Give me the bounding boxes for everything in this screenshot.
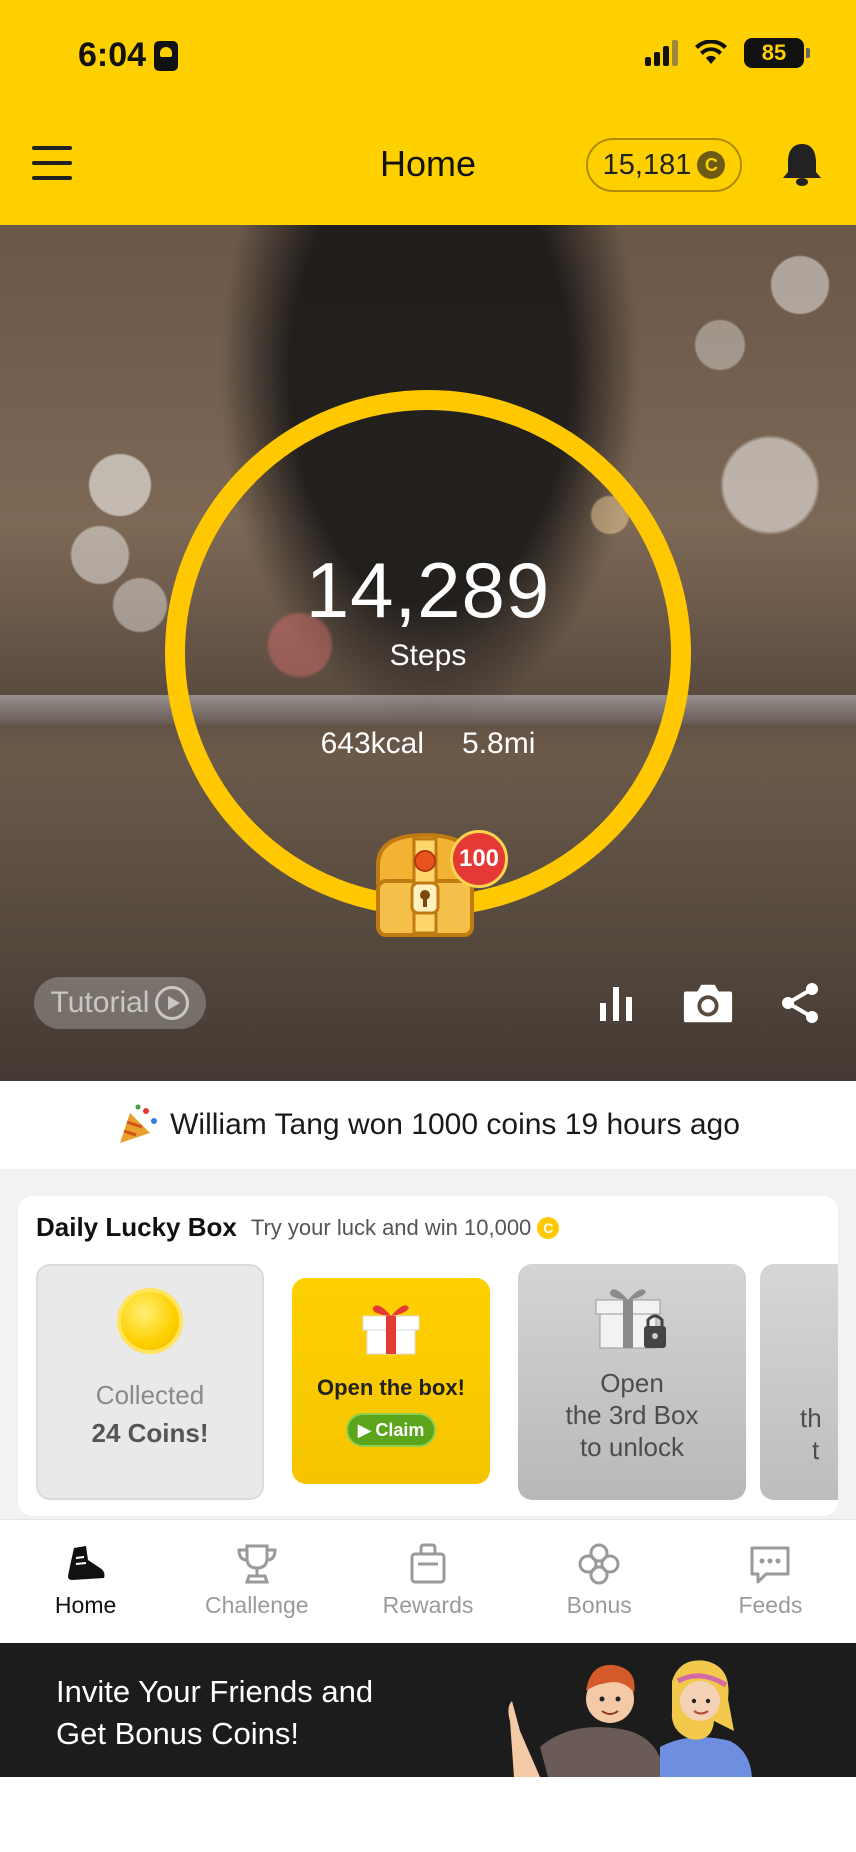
- locked-line-2: the 3rd Box: [565, 1400, 699, 1430]
- claim-label: Claim: [375, 1419, 425, 1440]
- gift-box-icon: [362, 1305, 420, 1355]
- chest-count-badge: 100: [450, 830, 508, 888]
- wifi-icon: [695, 40, 727, 64]
- steps-label: Steps: [389, 639, 467, 672]
- battery-level: 85: [761, 40, 787, 65]
- cellular-signal-icon: [645, 40, 678, 66]
- tab-bonus[interactable]: Bonus: [514, 1520, 685, 1643]
- lucky-box-locked: Open the 3rd Box to unlock: [518, 1264, 746, 1500]
- activity-stats: 643kcal 5.8mi: [0, 727, 856, 761]
- coin-balance-value: 15,181: [602, 148, 692, 181]
- app-header: 6:04 85 Home 15,181 C: [0, 0, 856, 225]
- bottom-tab-bar: Home Challenge Rewards Bonus Feeds: [0, 1519, 856, 1643]
- tab-feeds[interactable]: Feeds: [685, 1520, 856, 1643]
- open-box-label: Open the box!: [317, 1375, 465, 1400]
- chat-bubble-icon: [750, 1546, 790, 1584]
- status-indicators: 85: [645, 38, 810, 68]
- clock-text: 6:04: [78, 36, 147, 74]
- tab-home[interactable]: Home: [0, 1520, 171, 1643]
- status-time: 6:04: [78, 36, 179, 75]
- bell-icon[interactable]: [780, 140, 824, 188]
- invite-friends-banner[interactable]: Invite Your Friends and Get Bonus Coins!: [0, 1643, 856, 1777]
- step-count: 14,289: [305, 546, 551, 634]
- locked-gift-icon: [595, 1289, 666, 1349]
- camera-icon[interactable]: [682, 977, 734, 1029]
- trophy-icon: [237, 1544, 277, 1584]
- lucky-box-collected: Collected 24 Coins!: [36, 1264, 264, 1500]
- lucky-box-subtitle-text: Try your luck and win 10,000: [250, 1214, 532, 1240]
- step-counter-hero: 14,289 Steps 643kcal 5.8mi 100 Tutorial: [0, 225, 856, 1081]
- locked-line-3: to unlock: [579, 1432, 685, 1462]
- winner-ticker: William Tang won 1000 coins 19 hours ago: [0, 1081, 856, 1169]
- lucky-box-next-peek: th t: [760, 1264, 838, 1500]
- battery-icon: 85: [744, 38, 810, 68]
- coin-icon: C: [537, 1216, 560, 1239]
- tutorial-button[interactable]: Tutorial: [34, 977, 206, 1029]
- lucky-box-header: Daily Lucky Box Try your luck and win 10…: [36, 1212, 560, 1243]
- contact-card-icon: [154, 40, 179, 71]
- banner-text: Invite Your Friends and Get Bonus Coins!: [56, 1671, 416, 1755]
- collected-amount: 24 Coins!: [91, 1418, 209, 1448]
- distance-value: 5.8mi: [462, 727, 536, 760]
- tab-label: Rewards: [382, 1592, 474, 1618]
- coin-icon: C: [697, 151, 726, 179]
- collected-label: Collected: [95, 1380, 205, 1410]
- play-icon: ▶: [357, 1419, 372, 1440]
- ticker-text: William Tang won 1000 coins 19 hours ago: [170, 1108, 740, 1141]
- banner-line-1: Invite Your Friends and: [56, 1674, 374, 1709]
- shoe-icon: [67, 1546, 105, 1580]
- stats-chart-icon[interactable]: [590, 977, 642, 1029]
- lucky-box-open[interactable]: Open the box! ▶ Claim: [292, 1278, 490, 1484]
- tab-label: Challenge: [205, 1592, 309, 1618]
- tab-challenge[interactable]: Challenge: [171, 1520, 342, 1643]
- tab-label: Feeds: [738, 1592, 803, 1618]
- tab-rewards[interactable]: Rewards: [342, 1520, 513, 1643]
- daily-lucky-box-card: Daily Lucky Box Try your luck and win 10…: [18, 1196, 838, 1516]
- peek-line-1: th: [800, 1403, 822, 1433]
- replay-icon: [155, 986, 190, 1020]
- lucky-box-title: Daily Lucky Box: [36, 1212, 237, 1242]
- friends-illustration: [508, 1660, 752, 1777]
- shopping-bag-icon: [410, 1543, 446, 1584]
- tab-label: Home: [54, 1592, 117, 1618]
- share-icon[interactable]: [774, 977, 826, 1029]
- clover-icon: [578, 1543, 620, 1585]
- peek-line-2: t: [812, 1435, 820, 1465]
- coin-balance[interactable]: 15,181 C: [586, 138, 742, 192]
- gold-coin-icon: [117, 1288, 183, 1354]
- locked-line-1: Open: [600, 1368, 664, 1398]
- lucky-box-subtitle: Try your luck and win 10,000 C: [250, 1214, 560, 1241]
- party-popper-icon: [120, 1104, 158, 1143]
- tab-label: Bonus: [566, 1592, 632, 1618]
- tutorial-label: Tutorial: [50, 986, 150, 1019]
- claim-button[interactable]: ▶ Claim: [346, 1413, 436, 1447]
- banner-line-2: Get Bonus Coins!: [56, 1716, 299, 1751]
- calories-value: 643kcal: [320, 727, 425, 760]
- hero-actions: [590, 977, 826, 1029]
